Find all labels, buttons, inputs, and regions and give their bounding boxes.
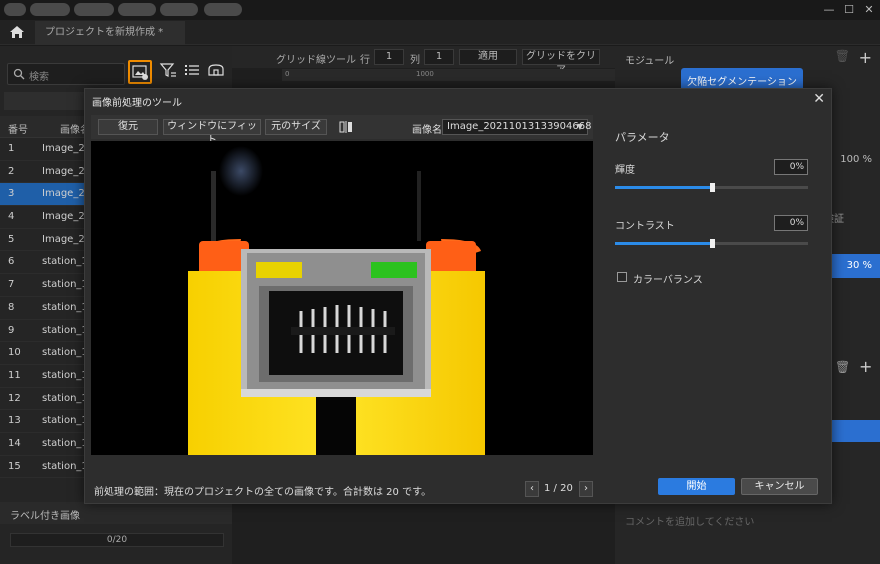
row-number: 15 — [8, 460, 21, 472]
search-icon — [13, 68, 25, 80]
menu-item[interactable] — [4, 3, 26, 16]
restore-button[interactable]: 復元 — [98, 119, 158, 135]
row-number: 9 — [8, 324, 15, 336]
col-label: 列 — [410, 55, 420, 66]
training-percent: 30 % — [832, 254, 880, 278]
slider-fill — [615, 242, 712, 245]
row-number: 8 — [8, 301, 15, 313]
menu-item[interactable] — [118, 3, 156, 16]
rj45-connector-image — [91, 141, 593, 455]
row-number: 4 — [8, 211, 15, 223]
image-name-label: 画像名 — [412, 125, 442, 136]
ruler-label: 1000 — [416, 70, 434, 78]
list-icon — [185, 65, 199, 75]
cancel-button[interactable]: キャンセル — [741, 478, 818, 495]
image-name-select[interactable]: Image_20211013133904668 ▼ — [442, 119, 592, 135]
home-icon[interactable] — [9, 25, 25, 39]
maximize-icon[interactable]: ☐ — [840, 2, 858, 18]
menu-item[interactable] — [204, 3, 242, 16]
brightness-input[interactable]: 0% — [774, 159, 808, 175]
slider-handle[interactable] — [710, 183, 715, 192]
filter-icon — [159, 63, 176, 77]
col-number: 番号 — [8, 125, 28, 136]
row-input[interactable]: 1 — [374, 49, 404, 65]
row-number: 7 — [8, 279, 15, 291]
original-size-button[interactable]: 元のサイズ — [265, 119, 327, 135]
menu-item[interactable] — [74, 3, 114, 16]
start-button[interactable]: 開始 — [658, 478, 735, 495]
image-preprocess-button[interactable] — [128, 60, 152, 84]
image-name-value: Image_20211013133904668 — [447, 121, 592, 132]
menu-item[interactable] — [160, 3, 198, 16]
apply-button[interactable]: 適用 — [459, 49, 517, 65]
grid-tool-label: グリッド線ツール — [276, 55, 356, 66]
search-input[interactable]: 検索 — [7, 63, 125, 85]
tab-project[interactable]: プロジェクトを新規作成 * — [35, 21, 185, 45]
image-toolbar: 復元 ウィンドウにフィット 元のサイズ 画像名 Image_2021101313… — [91, 115, 593, 146]
progress-percent: 100 % — [840, 154, 872, 165]
pagination: ‹ 1 / 20 › — [525, 481, 595, 497]
clear-grid-button[interactable]: グリッドをクリア — [522, 49, 600, 76]
col-input[interactable]: 1 — [424, 49, 454, 65]
page-indicator: 1 / 20 — [544, 483, 573, 494]
trash-icon[interactable]: 🗑 — [835, 360, 850, 374]
brightness-slider[interactable] — [615, 183, 808, 192]
split-view-icon[interactable] — [339, 120, 353, 134]
camera-icon — [208, 64, 224, 76]
search-placeholder: 検索 — [29, 72, 49, 83]
image-preview[interactable] — [91, 141, 593, 455]
slider-handle[interactable] — [710, 239, 715, 248]
grid-toolbar: グリッド線ツール 行 1 列 1 適用 グリッドをクリア — [232, 46, 615, 76]
next-page-icon[interactable]: › — [579, 481, 593, 497]
contrast-label: コントラスト — [615, 221, 675, 232]
contrast-slider[interactable] — [615, 239, 808, 248]
dialog-title: 画像前処理のツール — [92, 98, 182, 109]
module-title: モジュール — [625, 56, 675, 67]
preprocess-dialog: 画像前処理のツール ✕ 復元 ウィンドウにフィット 元のサイズ 画像名 Imag… — [84, 88, 832, 504]
row-number: 6 — [8, 256, 15, 268]
chevron-down-icon: ▼ — [576, 122, 583, 131]
close-icon[interactable]: ✕ — [813, 91, 825, 107]
row-number: 13 — [8, 415, 21, 427]
image-settings-icon — [132, 65, 148, 80]
row-number: 14 — [8, 437, 21, 449]
fit-window-button[interactable]: ウィンドウにフィット — [163, 119, 261, 146]
add-icon[interactable]: + — [859, 48, 872, 67]
color-balance-checkbox[interactable] — [617, 272, 627, 282]
menu-item[interactable] — [30, 3, 70, 16]
contrast-input[interactable]: 0% — [774, 215, 808, 231]
labeled-count-bar: 0/20 — [10, 533, 224, 547]
close-window-icon[interactable]: ✕ — [860, 2, 878, 18]
row-number: 10 — [8, 347, 21, 359]
labeled-images-section: ラベル付き画像 — [0, 502, 232, 524]
minimize-icon[interactable]: — — [820, 2, 838, 18]
horizontal-ruler: 0 1000 — [282, 69, 615, 81]
row-number: 12 — [8, 392, 21, 404]
row-number: 1 — [8, 143, 15, 154]
add-icon[interactable]: + — [859, 357, 872, 376]
trash-icon[interactable]: 🗑 — [835, 49, 850, 63]
slider-fill — [615, 186, 712, 189]
selected-item[interactable] — [832, 420, 880, 442]
row-number: 3 — [8, 188, 15, 200]
row-number: 11 — [8, 369, 21, 381]
filter-button[interactable] — [158, 60, 182, 84]
params-title: パラメータ — [615, 131, 670, 144]
list-view-button[interactable] — [182, 60, 206, 84]
tab-bar: プロジェクトを新規作成 * — [0, 20, 880, 45]
row-number: 5 — [8, 233, 15, 245]
camera-button[interactable] — [206, 60, 230, 84]
row-label: 行 — [360, 55, 370, 66]
ruler-label: 0 — [285, 70, 290, 78]
title-bar: — ☐ ✕ — [0, 0, 880, 20]
row-number: 2 — [8, 165, 15, 177]
color-balance-label: カラーバランス — [633, 275, 703, 286]
preprocess-scope-text: 前処理の範囲：現在のプロジェクトの全ての画像です。合計数は 20 です。 — [94, 487, 432, 498]
prev-page-icon[interactable]: ‹ — [525, 481, 539, 497]
brightness-label: 輝度 — [615, 165, 635, 176]
labeled-images-title: ラベル付き画像 — [10, 511, 80, 522]
comment-input[interactable]: コメントを追加してください — [625, 513, 754, 528]
